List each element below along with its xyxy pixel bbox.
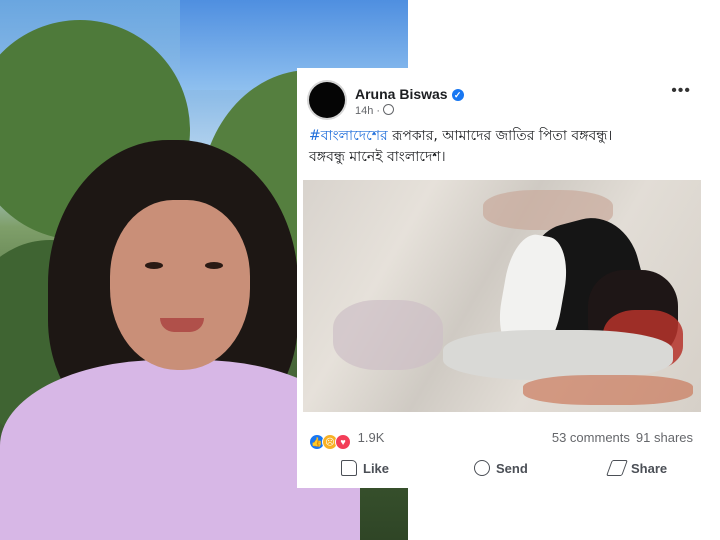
share-button[interactable]: Share [606, 460, 668, 476]
paint-stroke [333, 300, 443, 370]
like-label: Like [363, 460, 390, 476]
post-text-line2: বঙ্গবন্ধু মানেই বাংলাদেশ। [309, 149, 446, 165]
paint-stroke [443, 330, 673, 380]
post-actions: Like Send Share [297, 460, 707, 484]
comments-count[interactable]: 53 comments [552, 430, 630, 445]
facebook-post-card: Aruna Biswas ✓ 14h · ••• #বাংলাদেশের রূপক… [297, 68, 707, 488]
shares-count[interactable]: 91 shares [636, 430, 693, 445]
reactions-summary[interactable]: 👍 ☹ ♥ 1.9K [309, 430, 384, 450]
verified-badge-icon: ✓ [451, 89, 464, 101]
like-button[interactable]: Like [341, 460, 389, 476]
person-face [110, 200, 250, 370]
post-text-line1: রূপকার, আমাদের জাতির পিতা বঙ্গবন্ধু। [387, 128, 613, 144]
send-button[interactable]: Send [474, 460, 528, 476]
post-image[interactable] [303, 180, 701, 412]
post-text: #বাংলাদেশের রূপকার, আমাদের জাতির পিতা বঙ… [309, 126, 699, 168]
post-meta: 14h · [355, 104, 395, 117]
author-avatar[interactable] [309, 82, 345, 118]
more-options-icon[interactable]: ••• [671, 82, 691, 100]
send-icon [474, 460, 490, 476]
share-label: Share [631, 460, 668, 476]
paint-stroke [523, 375, 693, 405]
share-icon [606, 460, 628, 476]
right-eye [205, 262, 223, 269]
author-name[interactable]: Aruna Biswas [355, 86, 448, 102]
left-eye [145, 262, 163, 269]
engagement-counts: 53 comments 91 shares [552, 430, 693, 445]
post-time[interactable]: 14h · [355, 105, 380, 117]
reaction-count: 1.9K [357, 430, 385, 445]
author-name-row: Aruna Biswas ✓ [355, 86, 464, 102]
like-icon [341, 460, 357, 476]
love-reaction-icon: ♥ [335, 434, 351, 450]
globe-icon [383, 104, 395, 115]
send-label: Send [496, 460, 528, 476]
hashtag-link[interactable]: #বাংলাদেশের [309, 128, 388, 144]
